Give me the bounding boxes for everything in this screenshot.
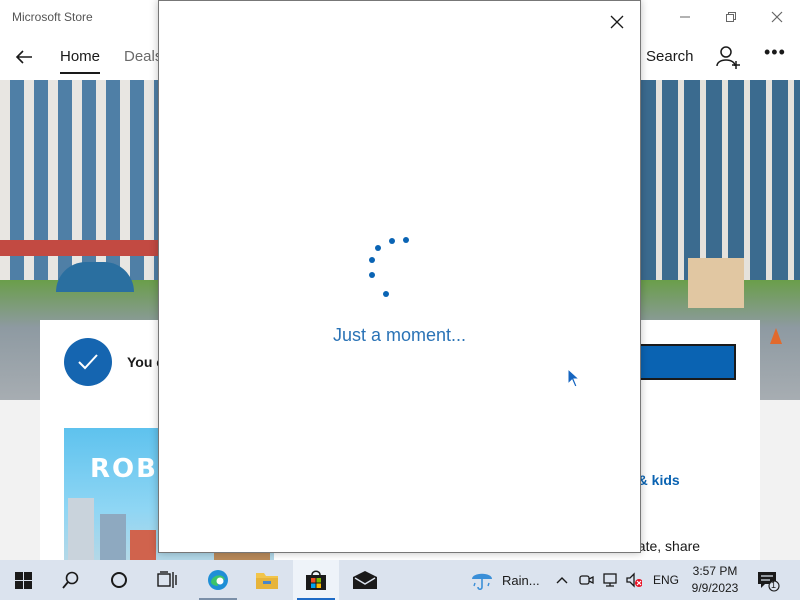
volume-muted-icon <box>626 572 642 588</box>
clock[interactable]: 3:57 PM 9/9/2023 <box>686 563 744 597</box>
taskbar-file-explorer[interactable] <box>244 560 290 600</box>
tray-network[interactable] <box>602 572 618 588</box>
close-icon <box>610 15 624 29</box>
input-language[interactable]: ENG <box>653 573 679 587</box>
hero-sign <box>688 258 744 308</box>
hero-traffic-cone <box>770 328 782 344</box>
taskbar-store[interactable] <box>293 560 339 600</box>
weather-widget[interactable]: Rain... <box>470 560 540 600</box>
search-icon <box>62 571 79 589</box>
start-button[interactable] <box>0 560 46 600</box>
loading-spinner <box>359 229 419 301</box>
sign-in-button[interactable] <box>714 44 742 70</box>
taskbar-edge[interactable] <box>195 560 241 600</box>
notification-icon <box>758 572 780 592</box>
task-view-icon <box>157 571 177 588</box>
store-icon <box>306 570 326 590</box>
add-user-icon <box>716 46 740 69</box>
notification-count: 1 <box>771 580 777 590</box>
checkmark-badge <box>64 338 112 386</box>
mail-icon <box>353 571 377 589</box>
checkmark-icon <box>78 354 98 370</box>
show-hidden-icons-button[interactable] <box>554 572 570 588</box>
taskbar: Rain... ENG 3:57 PM 9/9/2023 1 <box>0 560 800 600</box>
restore-button[interactable] <box>708 2 754 32</box>
tray-volume[interactable] <box>626 572 642 588</box>
clock-time: 3:57 PM <box>692 564 738 578</box>
loading-message: Just a moment... <box>332 325 467 345</box>
cortana-icon <box>111 572 127 588</box>
edge-icon <box>208 570 228 590</box>
rain-umbrella-icon <box>472 573 492 591</box>
mouse-cursor-icon <box>567 368 581 388</box>
back-arrow-icon <box>15 50 32 64</box>
more-options-icon[interactable]: ••• <box>764 42 786 63</box>
close-icon <box>771 11 783 23</box>
game-logo: ROB <box>90 454 158 484</box>
cortana-button[interactable] <box>96 560 142 600</box>
restore-icon <box>726 12 736 22</box>
taskbar-search-button[interactable] <box>48 560 94 600</box>
task-view-button[interactable] <box>144 560 190 600</box>
network-icon <box>603 573 617 587</box>
minimize-icon <box>680 16 690 18</box>
taskbar-mail[interactable] <box>342 560 388 600</box>
tray-meet-now[interactable] <box>578 572 594 588</box>
back-button[interactable] <box>10 44 38 70</box>
dialog-close-button[interactable] <box>599 7 635 37</box>
sign-in-dialog: Just a moment... <box>158 0 641 553</box>
search-button[interactable]: Search <box>646 48 694 65</box>
chevron-up-icon <box>556 577 568 584</box>
clock-date: 9/9/2023 <box>691 581 739 595</box>
windows-start-icon <box>14 571 32 589</box>
tab-deals[interactable]: Deals <box>124 48 162 65</box>
tab-home[interactable]: Home <box>60 48 101 74</box>
install-action-button[interactable] <box>638 344 736 380</box>
file-explorer-icon <box>256 573 278 589</box>
weather-text: Rain... <box>502 572 540 588</box>
minimize-button[interactable] <box>662 2 708 32</box>
camera-icon <box>579 575 594 585</box>
window-close-button[interactable] <box>754 2 800 32</box>
action-center-button[interactable]: 1 <box>756 570 780 592</box>
window-title: Microsoft Store <box>12 10 93 24</box>
